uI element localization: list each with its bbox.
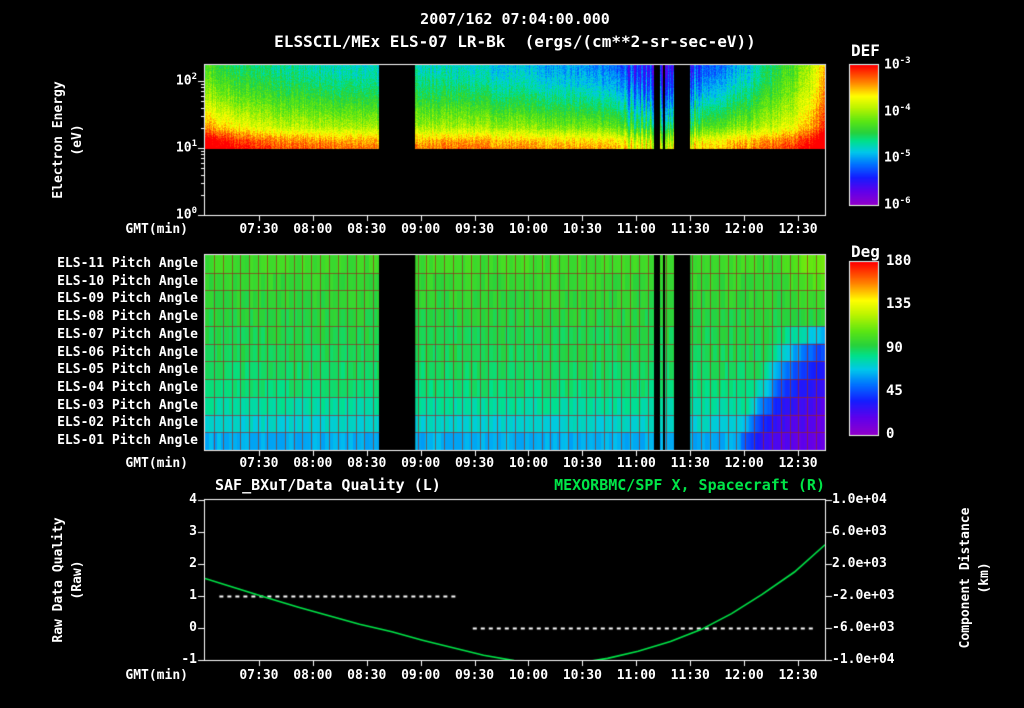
x-tick-label: 12:30 [778,222,818,237]
deg-colorbar-tick-label: 45 [886,382,903,399]
def-colorbar-tick-label: 10-4 [884,102,911,119]
x-tick-label: 08:00 [293,222,333,237]
x-tick-label: 10:00 [508,222,549,237]
x-tick-label: 08:00 [293,456,333,471]
quality-ylabel-line1: Raw Data Quality [51,517,66,643]
deg-colorbar-canvas [850,262,878,435]
x-tick-label: 11:30 [670,668,710,683]
deg-colorbar-tick-label: 180 [886,253,912,269]
def-colorbar-tick-label: 10-5 [884,149,911,166]
quality-axis-tick-label: 2 [189,556,197,571]
x-tick-label: 08:00 [293,668,333,683]
def-colorbar-canvas [850,65,878,205]
distance-ylabel-line2: (km) [977,562,992,594]
deg-colorbar-tick-label: 90 [886,339,903,356]
pitch-row-label: ELS-09 Pitch Angle [57,291,198,307]
x-tick-label: 11:00 [616,668,656,683]
energy-ylabel-line2: (eV) [70,124,85,156]
x-tick-label: 09:00 [401,456,441,471]
x-tick-label: 08:30 [347,222,387,237]
pitch-row-label: ELS-02 Pitch Angle [57,415,198,431]
line-plot-canvas [205,500,825,660]
distance-ylabel-line1: Component Distance [958,507,973,649]
distance-axis-tick-label: -6.0e+03 [832,620,895,635]
def-colorbar-tick-label: 10-3 [884,56,911,73]
x-tick-label: 10:00 [508,456,549,471]
pitch-row-label: ELS-11 Pitch Angle [57,255,198,271]
quality-axis-tick-label: 3 [189,524,197,539]
x-tick-label: 12:00 [724,668,764,683]
pitch-row-label: ELS-07 Pitch Angle [57,326,198,342]
spectrogram-page: 2007/162 07:04:00.000 ELSSCIL/MEx ELS-07… [0,0,1024,708]
quality-axis-tick-label: 1 [189,588,197,603]
energy-ylabel: Electron Energy (eV) [48,55,88,225]
x-tick-label: 10:30 [562,668,602,683]
distance-axis-tick-label: -2.0e+03 [832,588,895,603]
deg-colorbar-tick-label: 135 [886,296,912,313]
gmt-label-bottom: GMT(min) [125,668,188,683]
pitch-row-label: ELS-03 Pitch Angle [57,397,198,413]
quality-axis-tick-label: 4 [189,492,197,507]
pitch-row-label: ELS-06 Pitch Angle [57,344,198,360]
x-tick-label: 08:30 [347,456,387,471]
x-tick-label: 10:30 [562,456,602,471]
x-tick-label: 11:00 [616,222,656,237]
quality-axis-tick-label: 0 [189,620,197,635]
x-tick-label: 12:30 [778,668,818,683]
distance-axis-tick-label: 2.0e+03 [832,556,887,571]
x-tick-label: 11:30 [670,456,710,471]
x-tick-label: 09:00 [401,668,441,683]
x-tick-label: 12:00 [724,222,764,237]
x-tick-label: 10:30 [562,222,602,237]
x-tick-label: 11:30 [670,222,710,237]
x-tick-label: 07:30 [239,222,279,237]
plot-subtitle: ELSSCIL/MEx ELS-07 LR-Bk (ergs/(cm**2-sr… [274,32,756,51]
page-title: 2007/162 07:04:00.000 [420,10,610,28]
distance-series-title: MEXORBMC/SPF X, Spacecraft (R) [554,476,825,494]
deg-colorbar-tick-label: 0 [886,426,895,442]
energy-ytick-label: 102 [175,72,197,89]
x-tick-label: 10:00 [508,668,549,683]
x-tick-label: 11:00 [616,456,656,471]
x-tick-label: 12:30 [778,456,818,471]
x-tick-label: 07:30 [239,456,279,471]
gmt-label-middle: GMT(min) [125,456,188,471]
x-tick-label: 12:00 [724,456,764,471]
deg-colorbar-title: Deg [851,242,880,261]
quality-axis-tick-label: -1 [181,652,197,667]
pitch-row-label: ELS-04 Pitch Angle [57,379,198,395]
def-colorbar-title: DEF [851,41,880,60]
quality-ylabel-line2: (Raw) [70,560,85,600]
def-colorbar-tick-label: 10-6 [884,196,911,213]
pitch-row-label: ELS-05 Pitch Angle [57,362,198,378]
pitch-row-label: ELS-10 Pitch Angle [57,273,198,289]
distance-ylabel: Component Distance (km) [955,493,995,663]
energy-ytick-label: 100 [175,206,197,223]
x-tick-label: 09:30 [454,668,495,683]
distance-axis-tick-label: 6.0e+03 [832,524,887,539]
x-tick-label: 09:00 [401,222,441,237]
energy-spectrogram-canvas [205,65,825,215]
x-tick-label: 07:30 [239,668,279,683]
energy-ylabel-line1: Electron Energy [51,81,66,199]
gmt-label-top: GMT(min) [125,222,188,237]
x-tick-label: 09:30 [454,222,495,237]
quality-ylabel: Raw Data Quality (Raw) [48,495,88,665]
energy-ytick-label: 101 [175,139,197,156]
x-tick-label: 09:30 [454,456,495,471]
distance-axis-tick-label: 1.0e+04 [832,492,887,507]
pitch-angle-canvas [205,255,825,450]
pitch-row-label: ELS-08 Pitch Angle [57,309,198,325]
distance-axis-tick-label: -1.0e+04 [832,652,895,667]
x-tick-label: 08:30 [347,668,387,683]
pitch-row-label: ELS-01 Pitch Angle [57,433,198,449]
